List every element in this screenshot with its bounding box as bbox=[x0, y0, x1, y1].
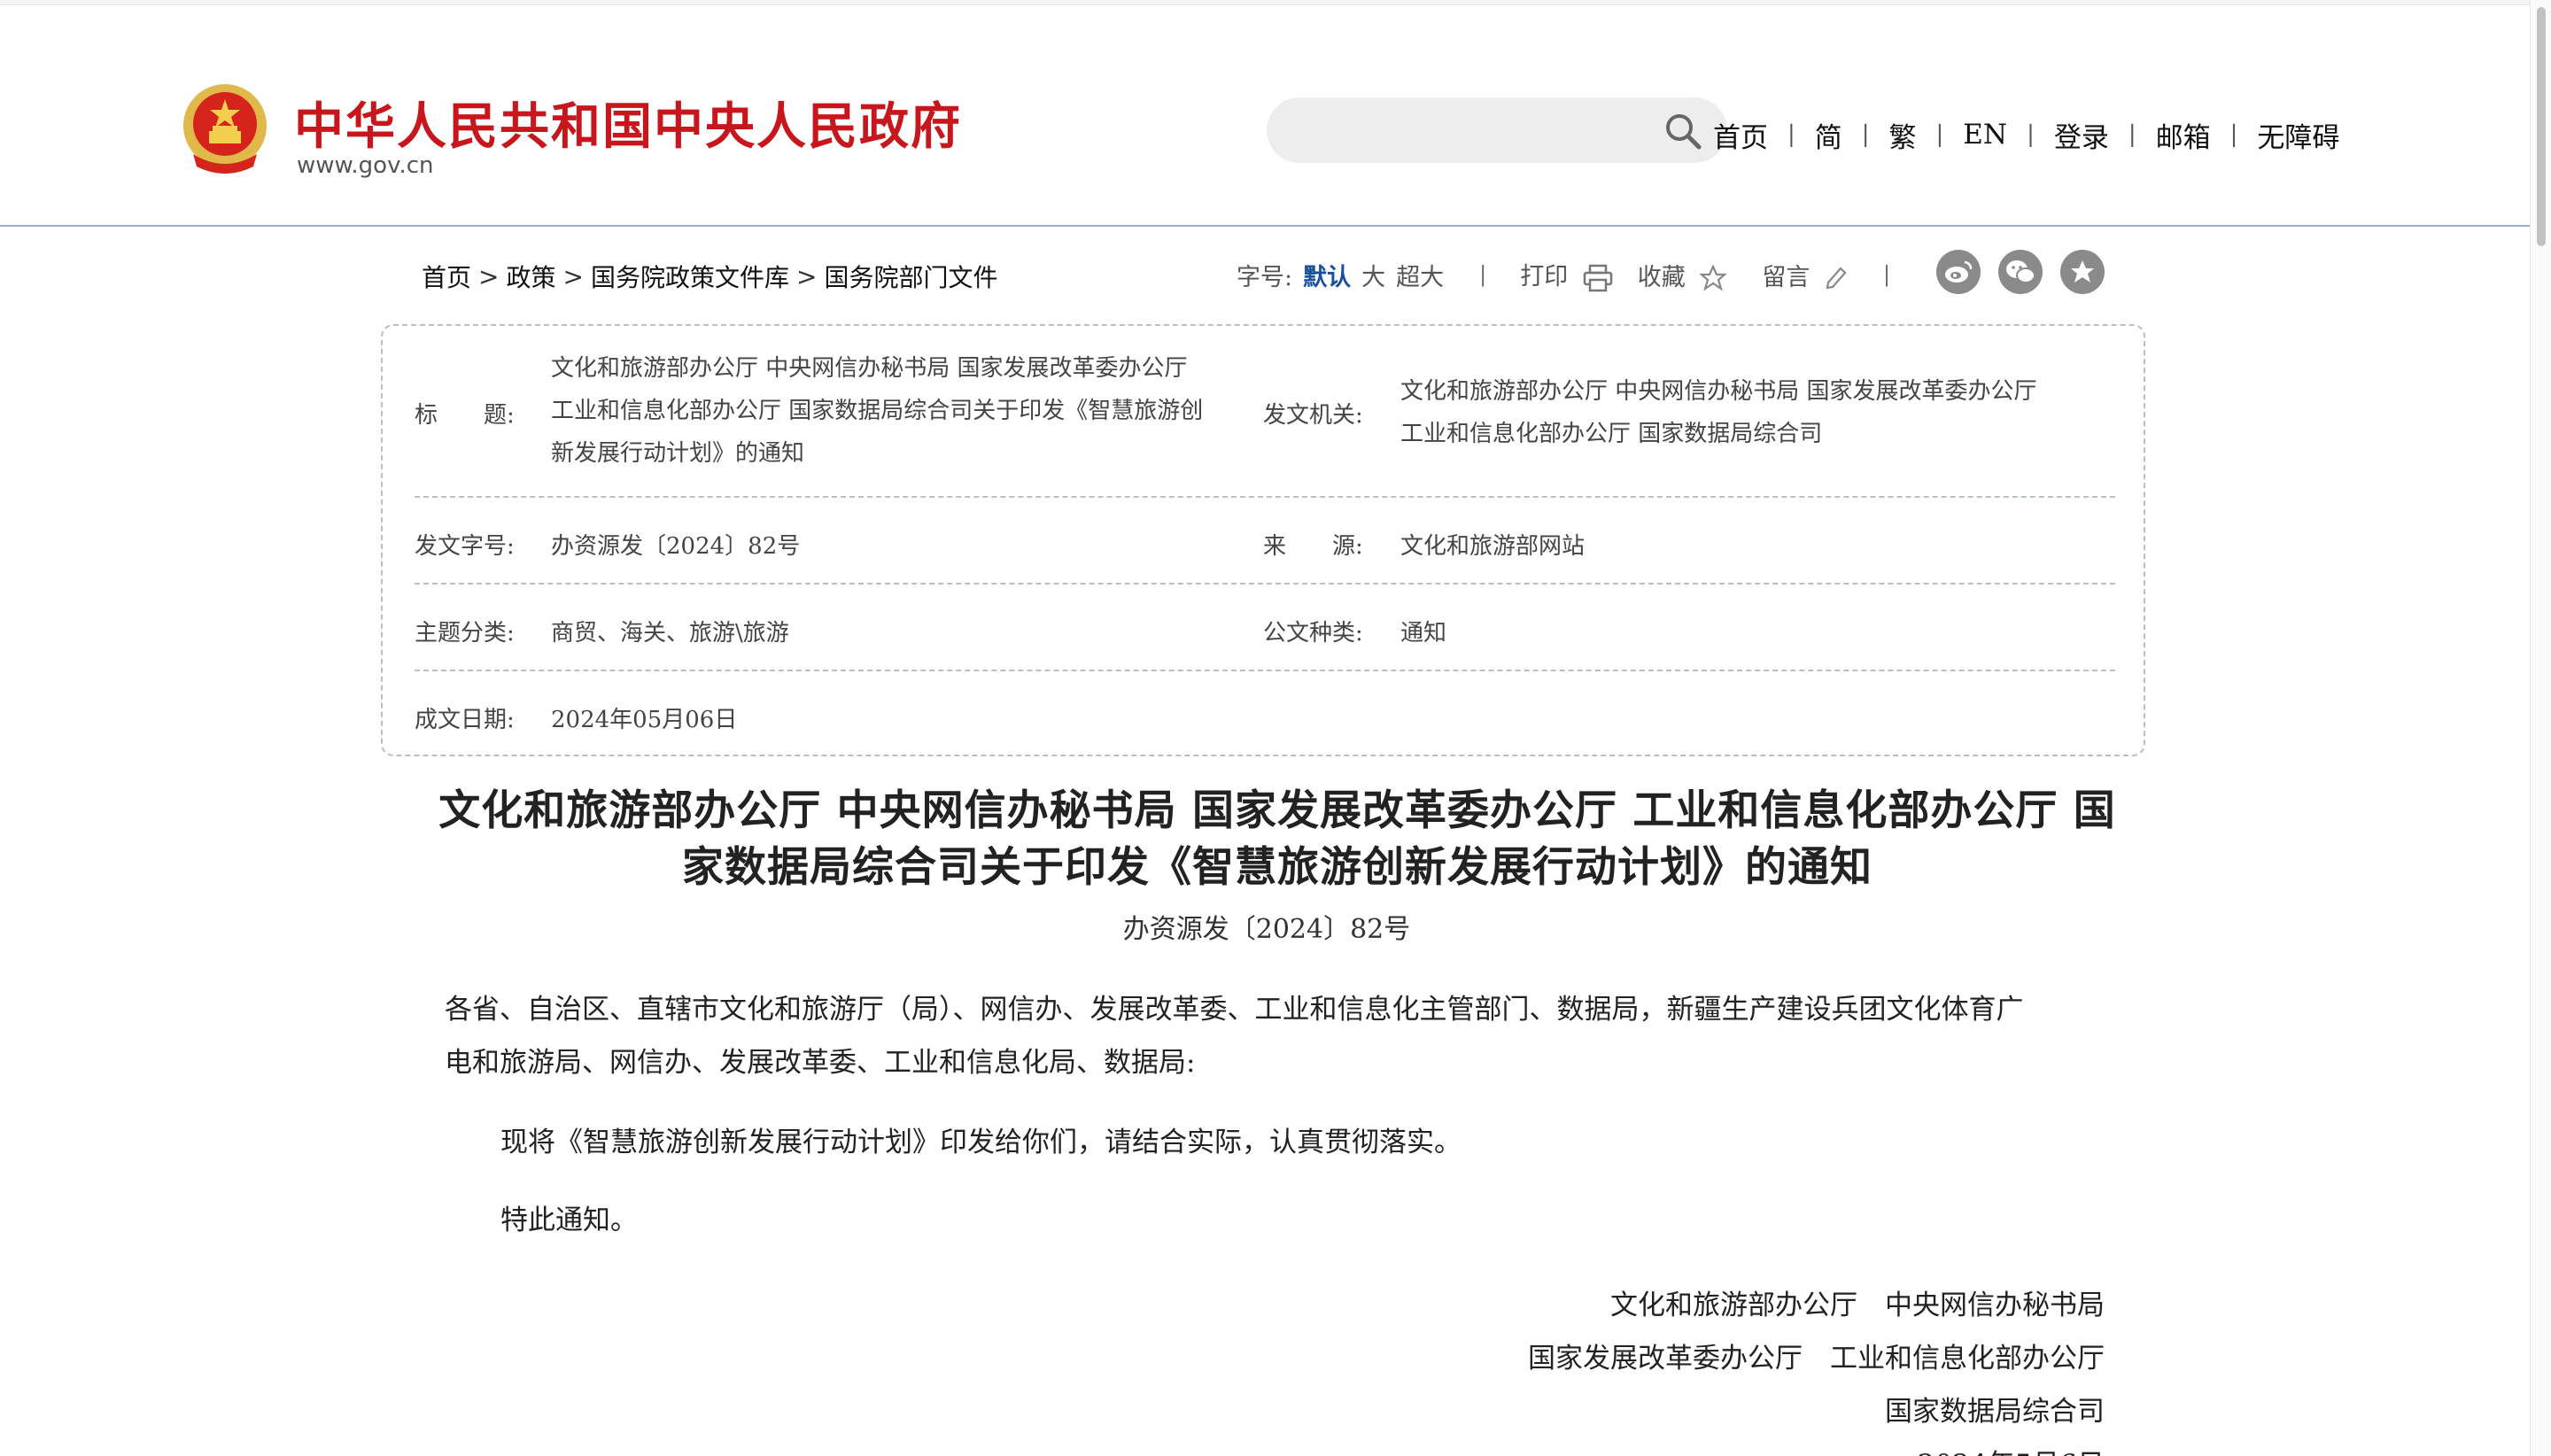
favorite-button[interactable]: 收藏 bbox=[1638, 258, 1727, 292]
scrollbar-thumb[interactable] bbox=[2537, 7, 2546, 246]
printer-icon bbox=[1583, 264, 1613, 291]
breadcrumb-home[interactable]: 首页 bbox=[422, 259, 471, 294]
source-value: 文化和旅游部网站 bbox=[1400, 533, 1586, 560]
title-value-line: 新发展行动计划》的通知 bbox=[551, 440, 805, 467]
type-value: 通知 bbox=[1400, 620, 1447, 647]
signature-line: 国家数据局综合司 bbox=[1885, 1396, 2105, 1428]
breadcrumb-separator: > bbox=[478, 261, 500, 291]
print-button[interactable]: 打印 bbox=[1520, 257, 1613, 292]
site-title[interactable]: 中华人民共和国中央人民政府 bbox=[294, 87, 962, 159]
issuer-value-line: 工业和信息化部办公厅 国家数据局综合司 bbox=[1400, 421, 1823, 447]
nav-divider: | bbox=[2027, 121, 2035, 148]
docno-value: 办资源发〔2024〕82号 bbox=[551, 533, 801, 560]
topic-value: 商贸、海关、旅游\旅游 bbox=[551, 620, 789, 647]
article-doc-number: 办资源发〔2024〕82号 bbox=[1122, 914, 1411, 945]
nav-divider: | bbox=[2128, 121, 2136, 148]
nav-english[interactable]: EN bbox=[1963, 119, 2007, 151]
nav-divider: | bbox=[1787, 121, 1795, 148]
nav-divider: | bbox=[1935, 121, 1944, 148]
title-value-line: 工业和信息化部办公厅 国家数据局综合司关于印发《智慧旅游创 bbox=[551, 398, 1204, 424]
site-url: www.gov.cn bbox=[297, 152, 434, 179]
info-row-topic: 主题分类: 商贸、海关、旅游\旅游 公文种类: 通知 bbox=[415, 585, 2115, 671]
nav-accessibility[interactable]: 无障碍 bbox=[2257, 115, 2339, 155]
article-addressee: 各省、自治区、直辖市文化和旅游厅（局）、网信办、发展改革委、工业和信息化主管部门… bbox=[445, 983, 2128, 1089]
breadcrumb-policy-library[interactable]: 国务院政策文件库 bbox=[591, 259, 789, 294]
info-row-title: 标 题: 文化和旅游部办公厅 中央网信办秘书局 国家发展改革委办公厅 工业和信息… bbox=[415, 326, 2115, 498]
top-nav: 首页 | 简 | 繁 | EN | 登录 | 邮箱 | 无障碍 bbox=[1713, 113, 2339, 156]
print-label: 打印 bbox=[1520, 263, 1569, 291]
nav-divider: | bbox=[1861, 121, 1870, 148]
national-emblem-logo[interactable] bbox=[181, 81, 269, 181]
article-title-line: 家数据局综合司关于印发《智慧旅游创新发展行动计划》的通知 bbox=[682, 843, 1873, 892]
page-scrollbar[interactable] bbox=[2530, 0, 2551, 1456]
font-size-default[interactable]: 默认 bbox=[1303, 258, 1351, 292]
breadcrumb-department-docs[interactable]: 国务院部门文件 bbox=[824, 259, 997, 294]
font-size-large[interactable]: 大 bbox=[1361, 258, 1385, 292]
title-value-line: 文化和旅游部办公厅 中央网信办秘书局 国家发展改革委办公厅 bbox=[551, 355, 1188, 382]
nav-home[interactable]: 首页 bbox=[1713, 115, 1768, 155]
article-tools: 字号: 默认 大 超大 | 打印 收藏 留言 | bbox=[1237, 252, 1924, 298]
font-size-label: 字号: bbox=[1237, 263, 1293, 291]
star-outline-icon bbox=[1700, 265, 1727, 291]
favorite-label: 收藏 bbox=[1637, 263, 1686, 291]
nav-simplified[interactable]: 简 bbox=[1815, 115, 1842, 155]
signature-line: 国家发展改革委办公厅 工业和信息化部办公厅 bbox=[1528, 1343, 2105, 1375]
source-label: 来 源: bbox=[1263, 533, 1363, 560]
topic-label: 主题分类: bbox=[415, 620, 515, 647]
breadcrumb: 首页 > 政策 > 国务院政策文件库 > 国务院部门文件 bbox=[422, 259, 997, 294]
title-label: 标 题: bbox=[415, 402, 515, 429]
title-value: 文化和旅游部办公厅 中央网信办秘书局 国家发展改革委办公厅 工业和信息化部办公厅… bbox=[551, 347, 1260, 475]
breadcrumb-separator: > bbox=[562, 261, 584, 291]
info-row-docno: 发文字号: 办资源发〔2024〕82号 来 源: 文化和旅游部网站 bbox=[415, 498, 2115, 585]
tools-divider: | bbox=[1882, 262, 1891, 287]
search-icon[interactable] bbox=[1662, 110, 1704, 152]
info-row-date: 成文日期: 2024年05月06日 bbox=[415, 671, 2115, 756]
weibo-icon[interactable] bbox=[1936, 250, 1981, 294]
nav-divider: | bbox=[2229, 121, 2238, 148]
addressee-line: 电和旅游局、网信办、发展改革委、工业和信息化局、数据局: bbox=[445, 1047, 1196, 1079]
font-size-xlarge[interactable]: 超大 bbox=[1396, 258, 1444, 292]
type-label: 公文种类: bbox=[1263, 620, 1363, 647]
date-label: 成文日期: bbox=[415, 707, 515, 733]
document-info-box: 标 题: 文化和旅游部办公厅 中央网信办秘书局 国家发展改革委办公厅 工业和信息… bbox=[381, 324, 2145, 756]
pencil-icon bbox=[1826, 267, 1847, 290]
article-title-line: 文化和旅游部办公厅 中央网信办秘书局 国家发展改革委办公厅 工业和信息化部办公厅… bbox=[438, 786, 2116, 835]
nav-login[interactable]: 登录 bbox=[2054, 115, 2109, 155]
favorite-star-icon[interactable] bbox=[2060, 250, 2105, 294]
comment-label: 留言 bbox=[1762, 263, 1811, 291]
issuer-value: 文化和旅游部办公厅 中央网信办秘书局 国家发展改革委办公厅 工业和信息化部办公厅… bbox=[1400, 370, 2109, 455]
site-header: 中华人民共和国中央人民政府 www.gov.cn 首页 | 简 | 繁 | EN… bbox=[0, 5, 2530, 227]
docno-label: 发文字号: bbox=[415, 533, 515, 560]
tools-divider: | bbox=[1479, 262, 1487, 287]
wechat-icon[interactable] bbox=[1998, 250, 2043, 294]
issuer-value-line: 文化和旅游部办公厅 中央网信办秘书局 国家发展改革委办公厅 bbox=[1400, 378, 2037, 405]
search-input[interactable] bbox=[1267, 97, 1727, 163]
comment-button[interactable]: 留言 bbox=[1762, 258, 1848, 292]
date-value: 2024年05月06日 bbox=[551, 707, 738, 733]
signature-line: 文化和旅游部办公厅 中央网信办秘书局 bbox=[1610, 1289, 2105, 1321]
share-icons bbox=[1936, 250, 2105, 294]
addressee-line: 各省、自治区、直辖市文化和旅游厅（局）、网信办、发展改革委、工业和信息化主管部门… bbox=[445, 994, 2024, 1026]
article-title: 文化和旅游部办公厅 中央网信办秘书局 国家发展改革委办公厅 工业和信息化部办公厅… bbox=[436, 783, 2119, 896]
nav-mail[interactable]: 邮箱 bbox=[2156, 115, 2211, 155]
nav-traditional[interactable]: 繁 bbox=[1889, 115, 1917, 155]
breadcrumb-separator: > bbox=[795, 261, 818, 291]
issuer-label: 发文机关: bbox=[1263, 402, 1363, 429]
breadcrumb-policy[interactable]: 政策 bbox=[506, 259, 555, 294]
article-closing: 特此通知。 bbox=[500, 1204, 638, 1236]
signature-date: 2024年5月6日 bbox=[1918, 1442, 2105, 1456]
article-body-paragraph: 现将《智慧旅游创新发展行动计划》印发给你们，请结合实际，认真贯彻落实。 bbox=[500, 1127, 1462, 1158]
